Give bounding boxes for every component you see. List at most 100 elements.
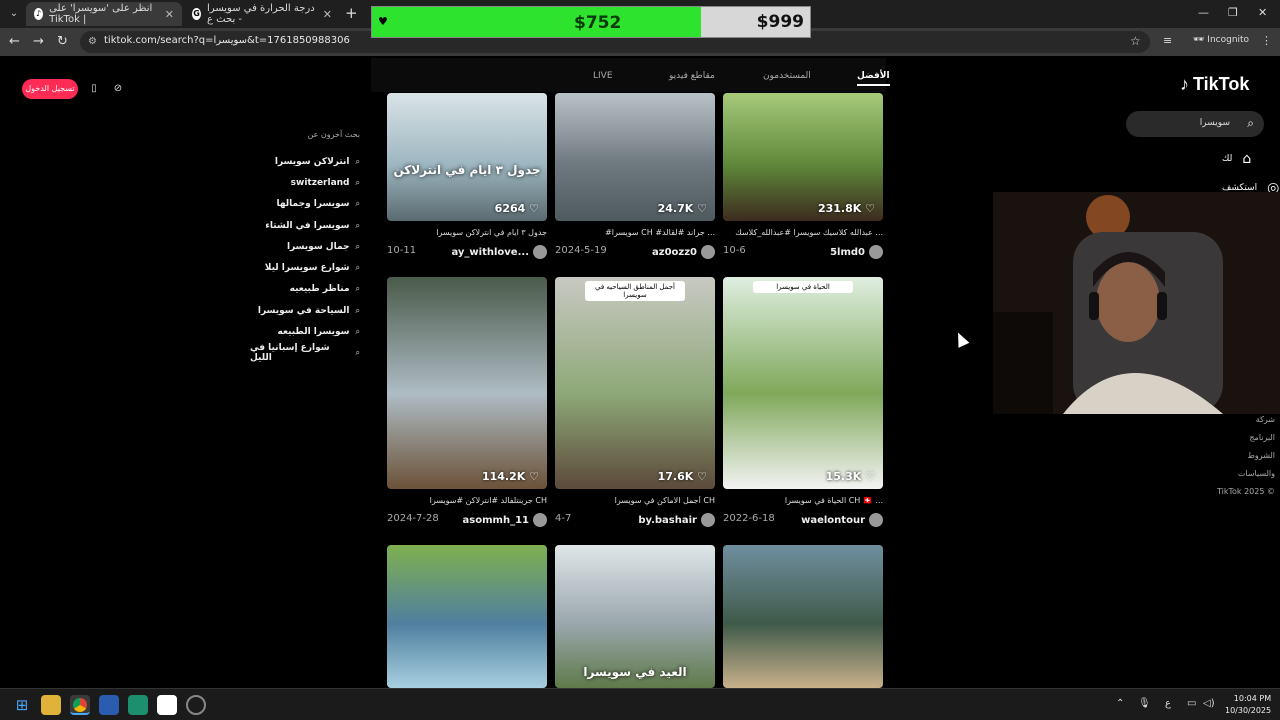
related-search-item[interactable]: شوارع إسبانيا في الليل ⌕: [250, 343, 360, 364]
chrome-icon[interactable]: [70, 695, 90, 715]
tab-top[interactable]: الأفضل: [857, 71, 890, 86]
video-card[interactable]: أجمل المناطق السياحيه في سويسرا 17.6K ♡ أج…: [555, 277, 715, 527]
related-search-label: شوارع إسبانيا في الليل: [250, 343, 330, 364]
search-icon: ⌕: [355, 220, 360, 230]
footer-link[interactable]: البرنامج: [1215, 429, 1275, 447]
phone-icon[interactable]: ▯: [86, 81, 102, 97]
video-caption[interactable]: #سويسرا CH #جراند #لقالد ...: [555, 228, 715, 240]
heart-icon: ♥: [378, 15, 388, 28]
video-card[interactable]: 24.7K ♡ #سويسرا CH #جراند #لقالد ... 2024-…: [555, 93, 715, 259]
tab-videos[interactable]: مقاطع فيديو: [669, 71, 715, 81]
video-caption[interactable]: عبدالله كلاسيك سويسرا #عبدالله_كلاسك ...: [723, 228, 883, 240]
search-icon: ⌕: [355, 241, 360, 251]
related-search-label: السياحة في سويسرا: [257, 305, 350, 316]
tab-users[interactable]: المستخدمون: [763, 71, 811, 81]
compass-icon[interactable]: ⊘: [110, 81, 126, 97]
related-search-item[interactable]: مناظر طبيعيه ⌕: [250, 279, 360, 300]
tiktok-app-icon[interactable]: [157, 695, 177, 715]
video-author[interactable]: by.bashair: [638, 513, 715, 527]
video-card[interactable]: العيد في سويسرا: [555, 545, 715, 688]
footer-link[interactable]: الشروط والسياسات: [1215, 447, 1275, 483]
tab-search-icon[interactable]: ⌄: [6, 6, 22, 22]
language-indicator[interactable]: ع: [1165, 698, 1171, 709]
related-search-label: جمال سويسرا: [286, 241, 350, 252]
video-thumbnail[interactable]: [723, 545, 883, 688]
video-author[interactable]: 5lmd0: [830, 245, 883, 259]
related-search-item[interactable]: سويسرا في الشتاء ⌕: [250, 215, 360, 236]
video-author[interactable]: waelontour: [801, 513, 883, 527]
video-caption[interactable]: جدول ٣ ايام في انترلاكن سويسرا: [387, 228, 547, 240]
maximize-button[interactable]: ❐: [1228, 6, 1238, 19]
like-count: 6264 ♡: [495, 202, 539, 215]
video-thumbnail[interactable]: 24.7K ♡: [555, 93, 715, 221]
clock[interactable]: 10:04 PM 10/30/2025: [1225, 693, 1271, 717]
video-card[interactable]: [723, 545, 883, 688]
related-search-item[interactable]: السياحة في سويسرا ⌕: [250, 300, 360, 321]
tiktok-logo[interactable]: ♪ TikTok: [1180, 74, 1249, 95]
video-thumbnail[interactable]: 231.8K ♡: [723, 93, 883, 221]
video-card[interactable]: [387, 545, 547, 688]
video-author[interactable]: ay_withlove...: [451, 245, 547, 259]
obs-icon[interactable]: [186, 695, 206, 715]
video-author[interactable]: az0ozz0: [652, 245, 715, 259]
nav-item-foryou[interactable]: لك ⌂: [1222, 151, 1251, 167]
video-thumbnail[interactable]: جدول ٣ ايام في انترلاكن 6264 ♡: [387, 93, 547, 221]
related-search-item[interactable]: شوارع سويسرا ليلا ⌕: [250, 257, 360, 278]
incognito-indicator[interactable]: 🕶 Incognito: [1193, 35, 1249, 45]
related-search-item[interactable]: سويسرا الطبيعه ⌕: [250, 321, 360, 342]
related-search-item[interactable]: سويسرا وجمالها ⌕: [250, 194, 360, 215]
video-thumbnail[interactable]: [387, 545, 547, 688]
video-card[interactable]: الحياة في سويسرا 15.3K ♡ الحياة في سويسرا …: [723, 277, 883, 527]
video-thumbnail[interactable]: العيد في سويسرا: [555, 545, 715, 688]
author-name: az0ozz0: [652, 246, 697, 258]
heart-icon: ♡: [525, 202, 539, 215]
video-thumbnail[interactable]: 114.2K ♡: [387, 277, 547, 489]
video-author[interactable]: asommh_11: [463, 513, 547, 527]
search-input[interactable]: سويسرا ⌕: [1126, 111, 1264, 137]
new-tab-button[interactable]: +: [345, 4, 358, 22]
microphone-icon[interactable]: 🎙: [1138, 698, 1151, 709]
related-search-item[interactable]: جمال سويسرا ⌕: [250, 236, 360, 257]
tab-google[interactable]: G درجة الحرارة في سويسرا - بحث ع ✕: [184, 2, 340, 26]
video-thumbnail[interactable]: أجمل المناطق السياحيه في سويسرا 17.6K ♡: [555, 277, 715, 489]
video-date: 2024-7-28: [387, 513, 439, 524]
thumbnail-overlay-text: العيد في سويسرا: [583, 665, 687, 679]
minimize-button[interactable]: —: [1198, 6, 1209, 19]
volume-icon[interactable]: ◁): [1203, 698, 1215, 709]
file-explorer-icon[interactable]: [41, 695, 61, 715]
video-caption[interactable]: الحياة في سويسرا CH 🇨🇭 ...: [723, 496, 883, 508]
incognito-label: Incognito: [1207, 35, 1250, 45]
video-card[interactable]: 114.2K ♡ جرينتلفالد #انترلاكن #سويسرا CH 2…: [387, 277, 547, 527]
search-query: سويسرا: [1199, 118, 1230, 128]
media-icon[interactable]: ≡: [1163, 34, 1172, 47]
close-icon[interactable]: ✕: [165, 8, 174, 21]
video-card[interactable]: 231.8K ♡ عبدالله كلاسيك سويسرا #عبدالله_ك…: [723, 93, 883, 259]
related-search-item[interactable]: انترلاكن سويسرا ⌕: [250, 151, 360, 172]
video-thumbnail[interactable]: الحياة في سويسرا 15.3K ♡: [723, 277, 883, 489]
search-icon: ⌕: [355, 263, 360, 273]
tray-chevron-icon[interactable]: ⌃: [1116, 698, 1124, 709]
goal-progress-fill: [372, 7, 701, 37]
network-icon[interactable]: ▭: [1187, 698, 1196, 709]
tab-live[interactable]: LIVE: [593, 71, 613, 81]
author-name: waelontour: [801, 514, 865, 526]
windows-start-icon[interactable]: ⊞: [12, 695, 32, 715]
menu-icon[interactable]: ⋮: [1261, 34, 1272, 47]
close-icon[interactable]: ✕: [323, 8, 332, 21]
search-icon[interactable]: ⌕: [1247, 116, 1254, 131]
tab-tiktok[interactable]: ♪ انظر على 'سويسرا' على TikTok | ✕: [26, 2, 182, 26]
back-button[interactable]: ←: [9, 34, 20, 49]
app-icon[interactable]: [128, 695, 148, 715]
login-button[interactable]: تسجيل الدخول: [22, 79, 78, 99]
video-caption[interactable]: جرينتلفالد #انترلاكن #سويسرا CH: [387, 496, 547, 508]
app-icon[interactable]: [99, 695, 119, 715]
related-search-item[interactable]: switzerland ⌕: [250, 172, 360, 193]
reload-button[interactable]: ↻: [57, 34, 68, 49]
close-window-button[interactable]: ✕: [1258, 6, 1267, 19]
forward-button[interactable]: →: [33, 34, 44, 49]
site-info-icon[interactable]: ⚙: [88, 36, 97, 47]
video-card[interactable]: جدول ٣ ايام في انترلاكن 6264 ♡ جدول ٣ ايام…: [387, 93, 547, 259]
logo-text: TikTok: [1193, 74, 1250, 94]
video-caption[interactable]: أجمل الاماكن في سويسرا CH: [555, 496, 715, 508]
bookmark-star-icon[interactable]: ☆: [1130, 34, 1141, 48]
